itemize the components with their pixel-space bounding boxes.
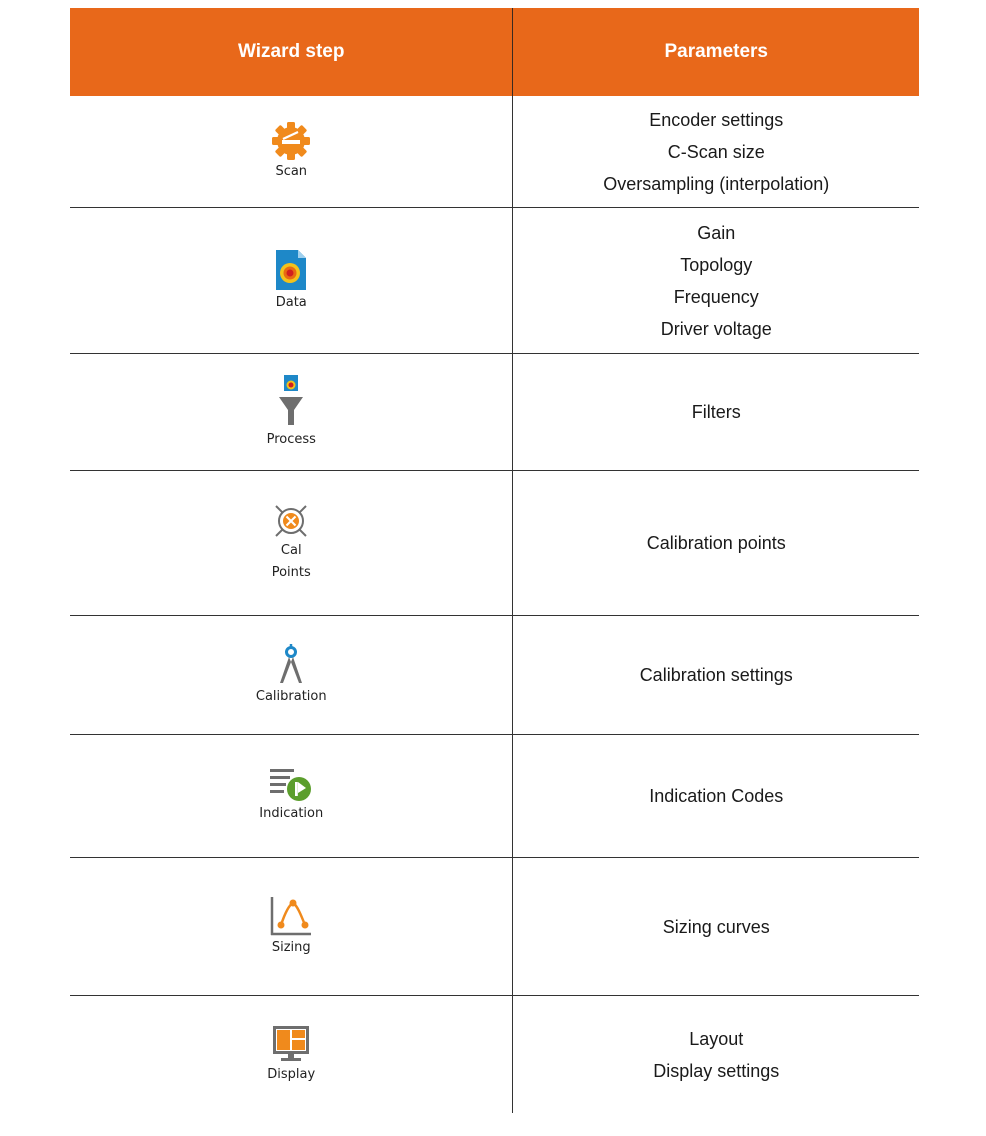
wizard-step-cell: Sizing <box>70 858 514 995</box>
wizard-step-cell: Indication <box>70 735 514 857</box>
parameter-item: Gain <box>697 222 736 243</box>
indication-list-icon <box>270 769 312 801</box>
table-row: Data Gain Topology Frequency Driver volt… <box>70 208 919 354</box>
parameter-item: Frequency <box>673 286 759 307</box>
wizard-step-cell: Data <box>70 208 514 353</box>
header-parameters: Parameters <box>664 41 768 62</box>
sizing-curve-icon <box>270 896 312 935</box>
wizard-step-label: Indication <box>259 806 324 821</box>
parameter-item: Filters <box>691 402 741 422</box>
parameters-cell: Calibration points <box>513 471 919 615</box>
compass-icon <box>280 644 303 683</box>
parameter-item: Topology <box>680 254 753 275</box>
table-row: Calibration Calibration settings <box>70 616 919 735</box>
table-row: Process Filters <box>70 354 919 471</box>
wizard-step-cell: Calibration <box>70 616 514 734</box>
parameters-cell: Sizing curves <box>513 858 919 995</box>
parameter-item: Driver voltage <box>660 318 772 339</box>
table-row: Indication Indication Codes <box>70 735 919 858</box>
wizard-step-label: Display <box>267 1066 316 1082</box>
monitor-layout-icon <box>273 1025 310 1061</box>
table-row: Scan Encoder settings C-Scan size Oversa… <box>70 96 919 208</box>
table-header: Wizard step Parameters <box>70 8 919 96</box>
parameters-cell: Calibration settings <box>513 616 919 734</box>
wizard-step-label: Sizing <box>271 939 311 955</box>
parameters-cell: Encoder settings C-Scan size Oversamplin… <box>513 96 919 207</box>
parameter-item: Calibration points <box>646 533 786 553</box>
data-file-icon <box>276 249 307 290</box>
parameter-item: Sizing curves <box>662 916 770 937</box>
wizard-step-label: Data <box>275 294 307 310</box>
table-row: Sizing Sizing curves <box>70 858 919 996</box>
wizard-step-label: Calibration <box>255 689 327 704</box>
wizard-step-label: Process <box>266 432 316 447</box>
header-wizard-step: Wizard step <box>70 8 514 96</box>
wizard-step-label: Cal <box>280 543 302 558</box>
wizard-step-label: Scan <box>275 163 308 179</box>
parameters-cell: Indication Codes <box>513 735 919 857</box>
parameter-item: Layout <box>689 1028 744 1049</box>
wizard-step-cell: Cal Points <box>70 471 514 615</box>
parameter-item: Oversampling (interpolation) <box>603 173 830 194</box>
parameters-cell: Layout Display settings <box>513 996 919 1113</box>
parameter-item: Calibration settings <box>639 665 793 685</box>
parameter-item: C-Scan size <box>667 141 765 162</box>
table-row: Cal Points Calibration points <box>70 471 919 616</box>
wizard-table: Wizard step Parameters Scan Encoder sett… <box>70 8 919 1113</box>
wizard-step-label: Points <box>271 565 311 580</box>
wizard-step-cell: Scan <box>70 96 514 207</box>
funnel-filter-icon <box>279 375 304 425</box>
wizard-step-cell: Process <box>70 354 514 470</box>
wizard-step-cell: Display <box>70 996 514 1113</box>
parameter-item: Display settings <box>653 1060 780 1081</box>
parameter-item: Encoder settings <box>649 109 784 130</box>
gear-scan-icon <box>272 121 311 160</box>
parameters-cell: Filters <box>513 354 919 470</box>
table-row: Display Layout Display settings <box>70 996 919 1113</box>
parameter-item: Indication Codes <box>649 786 784 806</box>
parameters-cell: Gain Topology Frequency Driver voltage <box>513 208 919 353</box>
calibration-target-icon <box>275 505 307 537</box>
